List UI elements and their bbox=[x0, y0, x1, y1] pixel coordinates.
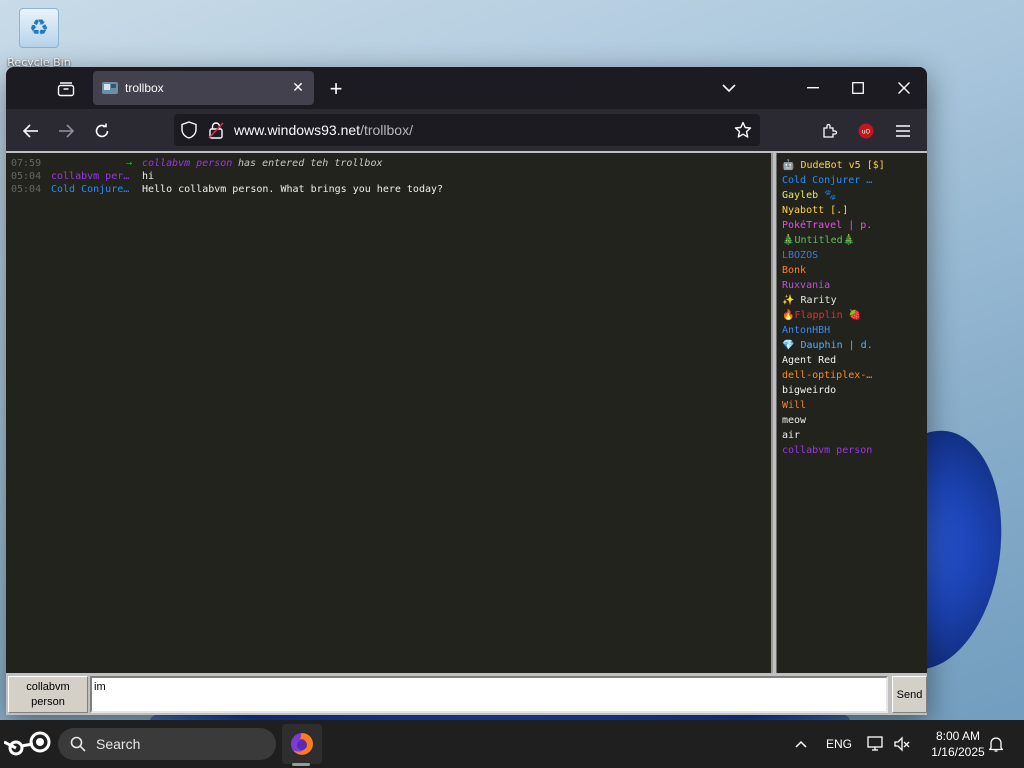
desktop-icon-recycle-bin[interactable]: ♻ Recycle Bin bbox=[6, 8, 72, 70]
message-input[interactable]: im bbox=[90, 676, 888, 713]
user-list-item[interactable]: PokéTravel | p. bbox=[782, 218, 927, 233]
notification-bell-icon[interactable] bbox=[984, 720, 1008, 768]
reload-icon[interactable] bbox=[89, 118, 115, 144]
message-nick[interactable]: Cold Conjure… bbox=[51, 184, 131, 195]
nickname-button[interactable]: collabvm person bbox=[8, 676, 88, 713]
user-list-item[interactable]: AntonHBH bbox=[782, 323, 927, 338]
user-list-item[interactable]: Nyabott [.] bbox=[782, 203, 927, 218]
user-list-item[interactable]: ✨ Rarity bbox=[782, 293, 927, 308]
svg-text:uO: uO bbox=[862, 129, 871, 136]
shield-icon[interactable] bbox=[181, 121, 197, 143]
user-list-item[interactable]: Ruxvania bbox=[782, 278, 927, 293]
close-window-icon[interactable] bbox=[889, 75, 919, 101]
message-nick[interactable]: collabvm person bbox=[142, 158, 232, 169]
message-time: 07:59 bbox=[11, 158, 42, 169]
firefox-taskbar-icon[interactable] bbox=[282, 724, 322, 764]
search-label: Search bbox=[96, 736, 141, 752]
menu-hamburger-icon[interactable] bbox=[890, 118, 916, 144]
user-list-item[interactable]: Will bbox=[782, 398, 927, 413]
minimize-icon[interactable] bbox=[798, 75, 828, 101]
tab-bar: trollbox ✕ + bbox=[6, 67, 927, 109]
taskbar-search[interactable]: Search bbox=[58, 728, 276, 760]
list-all-tabs-icon[interactable] bbox=[714, 75, 744, 101]
active-app-indicator bbox=[292, 763, 310, 766]
user-list: 🤖 DudeBot v5 [$] Cold Conjurer … Gayleb 🐾 N… bbox=[776, 153, 927, 673]
url-bar[interactable]: www.windows93.net/trollbox/ bbox=[174, 114, 760, 146]
chat-message: 05:04 Cold Conjure… Hello collabvm perso… bbox=[6, 184, 771, 197]
search-icon bbox=[70, 736, 86, 752]
language-indicator[interactable]: ENG bbox=[822, 720, 856, 768]
message-nick[interactable]: collabvm per… bbox=[51, 171, 131, 182]
enter-arrow-icon: → bbox=[126, 158, 133, 169]
navigation-bar: www.windows93.net/trollbox/ uO bbox=[6, 109, 927, 151]
url-path: /trollbox/ bbox=[360, 122, 413, 138]
compose-bar: collabvm person im Send bbox=[6, 674, 927, 715]
message-time: 05:04 bbox=[11, 171, 42, 182]
user-list-item[interactable]: 🎄Untitled🎄 bbox=[782, 233, 927, 248]
extensions-puzzle-icon[interactable] bbox=[817, 118, 843, 144]
chat-log[interactable]: 07:59 → collabvm person has entered teh … bbox=[6, 153, 773, 673]
network-icon[interactable] bbox=[864, 720, 888, 768]
user-list-item[interactable]: 💎 Dauphin | d. bbox=[782, 338, 927, 353]
user-list-item[interactable]: Gayleb 🐾 bbox=[782, 188, 927, 203]
user-list-item[interactable]: Bonk bbox=[782, 263, 927, 278]
send-button[interactable]: Send bbox=[892, 676, 927, 713]
user-list-item[interactable]: 🔥Flapplin 🍓 bbox=[782, 308, 927, 323]
chat-message: 07:59 → collabvm person has entered teh … bbox=[6, 158, 771, 171]
message-text: has entered teh trollbox bbox=[238, 158, 383, 169]
url-text: www.windows93.net/trollbox/ bbox=[234, 122, 413, 138]
show-hidden-icons-chevron-icon[interactable] bbox=[788, 720, 814, 768]
user-list-item[interactable]: meow bbox=[782, 413, 927, 428]
steam-icon[interactable] bbox=[3, 730, 52, 758]
message-text: Hello collabvm person. What brings you h… bbox=[142, 184, 444, 195]
ublock-origin-icon[interactable]: uO bbox=[853, 118, 879, 144]
nickname-line1: collabvm bbox=[26, 680, 70, 693]
volume-muted-icon[interactable] bbox=[890, 720, 914, 768]
close-tab-icon[interactable]: ✕ bbox=[288, 78, 308, 98]
tab-trollbox[interactable]: trollbox ✕ bbox=[93, 71, 314, 105]
user-list-item[interactable]: Cold Conjurer … bbox=[782, 173, 927, 188]
recycle-bin-icon: ♻ bbox=[19, 8, 59, 48]
insecure-lock-icon[interactable] bbox=[208, 121, 224, 143]
chat-message: 05:04 collabvm per… hi bbox=[6, 171, 771, 184]
user-list-item[interactable]: Agent Red bbox=[782, 353, 927, 368]
user-list-item[interactable]: collabvm person bbox=[782, 443, 927, 458]
forward-arrow-icon[interactable] bbox=[53, 118, 79, 144]
user-list-item[interactable]: 🤖 DudeBot v5 [$] bbox=[782, 158, 927, 173]
nickname-line2: person bbox=[31, 695, 65, 708]
message-time: 05:04 bbox=[11, 184, 42, 195]
message-text: hi bbox=[142, 171, 155, 182]
page-content: 07:59 → collabvm person has entered teh … bbox=[6, 151, 927, 715]
new-tab-icon[interactable]: + bbox=[324, 76, 348, 101]
url-domain: www.windows93.net bbox=[234, 122, 361, 138]
browser-window: trollbox ✕ + www.windows93.net/trollbox/… bbox=[6, 67, 927, 715]
user-list-item[interactable]: dell-optiplex-… bbox=[782, 368, 927, 383]
user-list-item[interactable]: bigweirdo bbox=[782, 383, 927, 398]
taskbar: Search ENG 8:00 AM 1/16/2025 bbox=[0, 720, 1024, 768]
back-arrow-icon[interactable] bbox=[18, 118, 44, 144]
bookmark-star-icon[interactable] bbox=[734, 121, 752, 143]
tab-list-icon[interactable] bbox=[52, 77, 80, 101]
trollbox-favicon-icon bbox=[101, 80, 119, 96]
tab-title: trollbox bbox=[125, 81, 164, 95]
user-list-item[interactable]: LBOZOS bbox=[782, 248, 927, 263]
maximize-icon[interactable] bbox=[843, 75, 873, 101]
user-list-item[interactable]: air bbox=[782, 428, 927, 443]
